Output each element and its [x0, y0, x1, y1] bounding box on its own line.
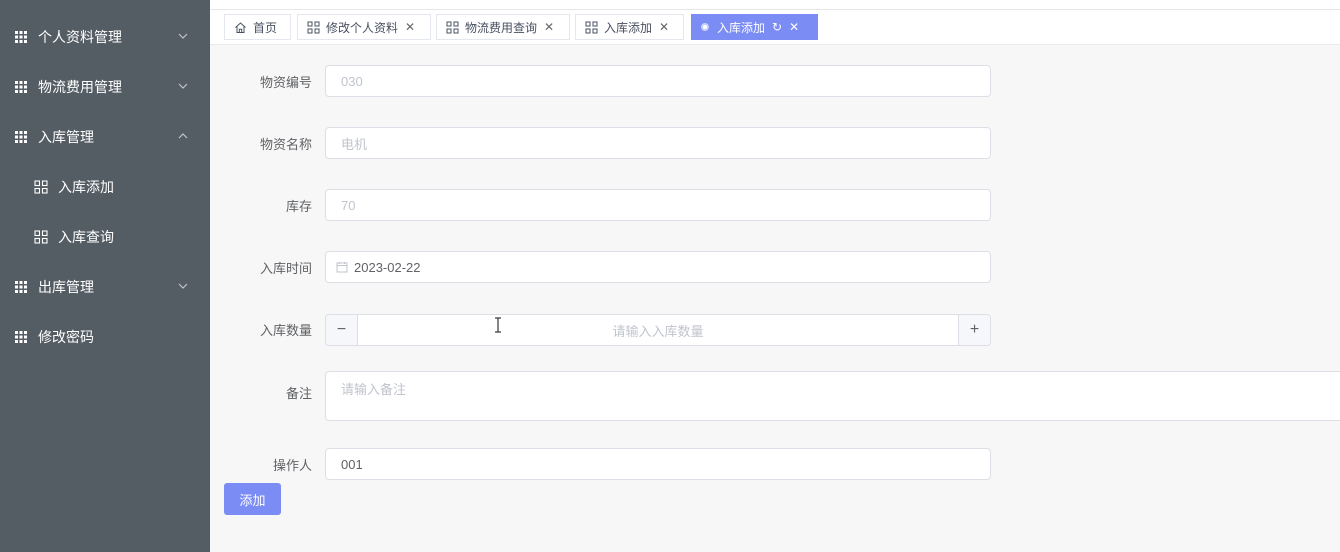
apps-icon — [34, 230, 48, 244]
quantity-stepper[interactable]: − 请输入入库数量 + — [325, 314, 991, 346]
material-no-label: 物资编号 — [259, 75, 312, 90]
chevron-down-icon — [178, 33, 188, 39]
tab-label: 修改个人资料 — [326, 20, 399, 35]
apps-icon — [446, 21, 459, 33]
quantity-label: 入库数量 — [259, 323, 312, 338]
tab-label: 入库添加 — [604, 20, 653, 35]
sidebar: 个人资料管理 物流费用管理 入库管理 入库添加 入库查询 出库管理 修改密码 — [0, 0, 210, 552]
chevron-up-icon — [178, 133, 188, 139]
grid-icon — [15, 31, 27, 43]
text-cursor-icon — [495, 317, 501, 333]
operator-label: 操作人 — [272, 458, 312, 473]
sidebar-item-profile[interactable]: 个人资料管理 — [0, 12, 210, 62]
tab-label: 物流费用查询 — [465, 20, 538, 35]
apps-icon — [585, 21, 598, 33]
grid-icon — [15, 81, 27, 93]
tab-label: 入库添加 — [717, 20, 766, 35]
top-header — [210, 0, 1340, 10]
sidebar-item-change-password[interactable]: 修改密码 — [0, 312, 210, 362]
tab-edit-profile[interactable]: 修改个人资料 ✕ — [297, 14, 431, 40]
tab-home[interactable]: 首页 — [224, 14, 291, 40]
operator-value: 001 — [341, 456, 363, 472]
material-name-field[interactable]: 电机 — [325, 127, 991, 159]
sidebar-item-label: 出库管理 — [38, 279, 94, 295]
sidebar-item-label: 入库管理 — [38, 129, 94, 145]
sidebar-subitem-label: 入库查询 — [58, 229, 114, 245]
remark-textarea[interactable]: 请输入备注 — [325, 371, 1340, 421]
sidebar-item-label: 个人资料管理 — [38, 29, 122, 45]
quantity-input[interactable]: 请输入入库数量 — [358, 315, 958, 345]
sidebar-item-label: 物流费用管理 — [38, 79, 122, 95]
tab-inbound-add[interactable]: 入库添加 ✕ — [575, 14, 684, 40]
sidebar-item-inbound[interactable]: 入库管理 — [0, 112, 210, 162]
in-time-value: 2023-02-22 — [354, 259, 421, 275]
home-icon — [235, 21, 246, 33]
calendar-icon — [336, 262, 348, 273]
in-time-label: 入库时间 — [259, 261, 312, 276]
material-name-label: 物资名称 — [259, 137, 312, 152]
decrement-button[interactable]: − — [326, 315, 358, 345]
in-time-date-picker[interactable]: 2023-02-22 — [325, 251, 991, 283]
refresh-icon[interactable]: ↻ — [772, 20, 782, 34]
increment-button[interactable]: + — [958, 315, 990, 345]
apps-icon — [34, 180, 48, 194]
active-dot-icon — [701, 23, 709, 31]
close-icon[interactable]: ✕ — [405, 20, 415, 34]
chevron-down-icon — [178, 83, 188, 89]
sidebar-subitem-label: 入库添加 — [58, 179, 114, 195]
tab-logistics-fee-query[interactable]: 物流费用查询 ✕ — [436, 14, 570, 40]
add-button[interactable]: 添加 — [224, 483, 281, 515]
material-name-value: 电机 — [341, 136, 368, 152]
grid-icon — [15, 281, 27, 293]
sidebar-item-label: 修改密码 — [38, 329, 94, 345]
apps-icon — [307, 21, 320, 33]
grid-icon — [15, 131, 27, 143]
material-no-field[interactable]: 030 — [325, 65, 991, 97]
grid-icon — [15, 331, 27, 343]
stock-label: 库存 — [285, 199, 312, 214]
sidebar-item-outbound[interactable]: 出库管理 — [0, 262, 210, 312]
close-icon[interactable]: ✕ — [659, 20, 669, 34]
stock-value: 70 — [341, 197, 356, 213]
chevron-down-icon — [178, 283, 188, 289]
tab-bar: 首页 修改个人资料 ✕ 物流费用查询 ✕ 入库添加 ✕ 入库添加 ↻ ✕ — [210, 10, 1340, 45]
close-icon[interactable]: ✕ — [789, 20, 799, 34]
close-icon[interactable]: ✕ — [544, 20, 554, 34]
sidebar-subitem-inbound-query[interactable]: 入库查询 — [0, 212, 210, 262]
operator-field[interactable]: 001 — [325, 448, 991, 480]
remark-label: 备注 — [285, 386, 312, 401]
sidebar-subitem-inbound-add[interactable]: 入库添加 — [0, 162, 210, 212]
tab-label: 首页 — [253, 20, 278, 35]
material-no-value: 030 — [341, 73, 363, 89]
tab-inbound-add-active[interactable]: 入库添加 ↻ ✕ — [691, 14, 818, 40]
stock-field[interactable]: 70 — [325, 189, 991, 221]
sidebar-item-logistics-fee[interactable]: 物流费用管理 — [0, 62, 210, 112]
